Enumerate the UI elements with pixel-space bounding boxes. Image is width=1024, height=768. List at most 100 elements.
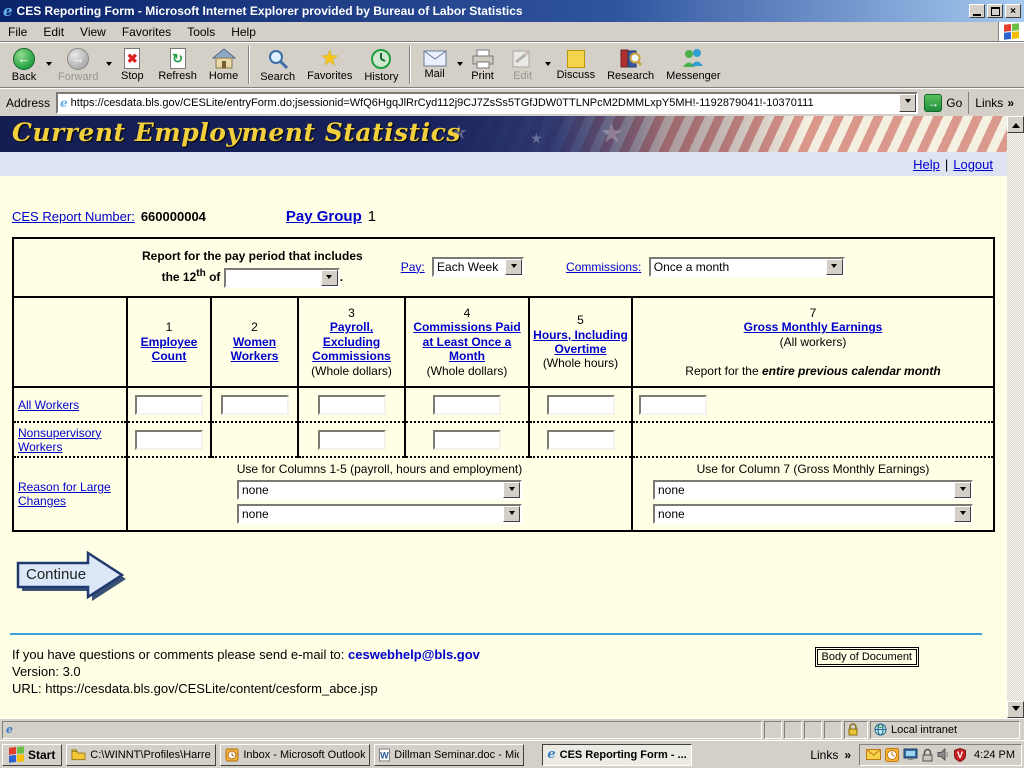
reason-col7-select-1[interactable]: none	[653, 480, 973, 500]
nonsupervisory-col5-input[interactable]	[547, 430, 615, 450]
commissions-link[interactable]: Commissions:	[566, 260, 641, 274]
body-of-document-tag: Body of Document	[817, 649, 918, 665]
minimize-button[interactable]	[969, 4, 985, 18]
address-input[interactable]: e https://cesdata.bls.gov/CESLite/entryF…	[56, 92, 918, 114]
task-ie-ces-window[interactable]: e CES Reporting Form - ...	[542, 744, 692, 766]
all-workers-col7-input[interactable]	[639, 395, 707, 415]
col3-header: 3 Payroll, Excluding Commissions (Whole …	[298, 297, 405, 387]
nonsupervisory-col1-input[interactable]	[135, 430, 203, 450]
chevron-down-icon[interactable]	[321, 270, 338, 286]
address-url: https://cesdata.bls.gov/CESLite/entryFor…	[71, 97, 900, 109]
search-button[interactable]: Search	[254, 44, 301, 86]
all-workers-col5-input[interactable]	[547, 395, 615, 415]
reason-col7-select-2[interactable]: none	[653, 504, 973, 524]
pay-link[interactable]: Pay:	[401, 260, 425, 274]
restore-button[interactable]	[987, 4, 1003, 18]
menu-view[interactable]: View	[72, 23, 114, 41]
all-workers-col4-input[interactable]	[433, 395, 501, 415]
print-button[interactable]: Print	[463, 44, 503, 86]
menu-file[interactable]: File	[0, 23, 35, 41]
favorites-button[interactable]: ★ Favorites	[301, 44, 358, 86]
go-button[interactable]: → Go	[918, 94, 968, 112]
print-icon	[471, 49, 495, 69]
all-workers-col1-input[interactable]	[135, 395, 203, 415]
vertical-scrollbar[interactable]	[1007, 116, 1024, 718]
links-toolbar[interactable]: Links »	[968, 92, 1020, 114]
hours-link[interactable]: Hours, Including Overtime	[533, 328, 628, 356]
taskbar: Start C:\WINNT\Profiles\Harre... Inbox -…	[0, 740, 1024, 768]
nonsupervisory-col3-input[interactable]	[318, 430, 386, 450]
all-workers-col2-input[interactable]	[221, 395, 289, 415]
tray-clock-icon[interactable]	[885, 748, 899, 762]
tray-shield-icon[interactable]: V	[954, 748, 966, 762]
nonsupervisory-col4-input[interactable]	[433, 430, 501, 450]
chevron-down-icon[interactable]	[503, 506, 520, 522]
close-button[interactable]: ×	[1005, 4, 1021, 18]
start-button[interactable]: Start	[2, 744, 62, 766]
commissions-paid-link[interactable]: Commissions Paid at Least Once a Month	[413, 320, 520, 363]
home-button[interactable]: Home	[203, 44, 244, 86]
gross-monthly-earnings-link[interactable]: Gross Monthly Earnings	[744, 320, 883, 334]
chevron-down-icon[interactable]	[826, 259, 843, 275]
task-explorer-window[interactable]: C:\WINNT\Profiles\Harre...	[66, 744, 216, 766]
messenger-button[interactable]: Messenger	[660, 44, 726, 86]
taskbar-links-toolbar[interactable]: Links »	[810, 748, 851, 762]
tray-display-icon[interactable]	[903, 748, 918, 761]
tray-mail-icon[interactable]	[866, 749, 881, 760]
task-word-window[interactable]: W Dillman Seminar.doc - Mic...	[374, 744, 524, 766]
refresh-button[interactable]: ↻ Refresh	[152, 44, 203, 86]
reason-cols15-cell: Use for Columns 1-5 (payroll, hours and …	[127, 457, 632, 531]
chevron-down-icon[interactable]	[503, 482, 520, 498]
menu-tools[interactable]: Tools	[179, 23, 223, 41]
edit-button[interactable]: Edit	[503, 44, 543, 86]
tray-lock-icon[interactable]	[922, 748, 933, 762]
address-dropdown-icon[interactable]	[899, 94, 916, 112]
menu-favorites[interactable]: Favorites	[114, 23, 179, 41]
chevron-down-icon[interactable]	[505, 259, 522, 275]
scrollbar-down-icon[interactable]	[1007, 701, 1024, 718]
pay-period-month-select[interactable]	[224, 268, 340, 288]
all-workers-col3-input[interactable]	[318, 395, 386, 415]
discuss-button[interactable]: Discuss	[551, 44, 602, 86]
history-button[interactable]: History	[358, 44, 404, 86]
nonsupervisory-workers-link[interactable]: Nonsupervisory Workers	[18, 426, 101, 454]
scrollbar-up-icon[interactable]	[1007, 116, 1024, 133]
chevron-down-icon[interactable]	[954, 482, 971, 498]
back-icon: ←	[13, 48, 35, 70]
logout-link[interactable]: Logout	[953, 157, 993, 172]
help-link[interactable]: Help	[913, 157, 940, 172]
mail-button[interactable]: Mail	[415, 44, 455, 86]
stop-button[interactable]: ✖ Stop	[112, 44, 152, 86]
ces-report-number-link[interactable]: CES Report Number:	[12, 209, 135, 224]
reason-large-changes-link[interactable]: Reason for Large Changes	[18, 480, 111, 508]
commissions-select[interactable]: Once a month	[649, 257, 845, 277]
payroll-link[interactable]: Payroll, Excluding Commissions	[312, 320, 391, 363]
employee-count-link[interactable]: Employee Count	[141, 335, 198, 363]
menu-help[interactable]: Help	[223, 23, 264, 41]
women-workers-link[interactable]: Women Workers	[231, 335, 279, 363]
pay-group-link[interactable]: Pay Group	[286, 208, 362, 225]
all-workers-link[interactable]: All Workers	[18, 398, 79, 412]
continue-button[interactable]: Continue	[16, 551, 136, 603]
col1-header: 1 Employee Count	[127, 297, 211, 387]
menu-edit[interactable]: Edit	[35, 23, 72, 41]
all-workers-row-label: All Workers	[13, 387, 127, 422]
globe-icon	[874, 723, 887, 736]
system-tray: V 4:24 PM	[859, 744, 1022, 766]
reason-cols15-select-2[interactable]: none	[237, 504, 522, 524]
pay-period-instructions: Report for the pay period that includes …	[142, 247, 363, 288]
reason-cols15-select-1[interactable]: none	[237, 480, 522, 500]
help-email-link[interactable]: ceswebhelp@bls.gov	[348, 647, 480, 662]
research-button[interactable]: Research	[601, 44, 660, 86]
tray-volume-icon[interactable]	[937, 748, 950, 761]
forward-button[interactable]: → Forward	[52, 44, 104, 86]
taskbar-links-chevron-icon: »	[844, 748, 851, 762]
discuss-icon	[567, 50, 585, 68]
chevron-down-icon[interactable]	[954, 506, 971, 522]
back-button[interactable]: ← Back	[4, 44, 44, 86]
title-bar: e CES Reporting Form - Microsoft Interne…	[0, 0, 1024, 22]
pay-frequency-select[interactable]: Each Week	[432, 257, 524, 277]
mail-icon	[423, 50, 447, 67]
task-outlook-window[interactable]: Inbox - Microsoft Outlook	[220, 744, 370, 766]
word-icon: W	[379, 748, 390, 762]
